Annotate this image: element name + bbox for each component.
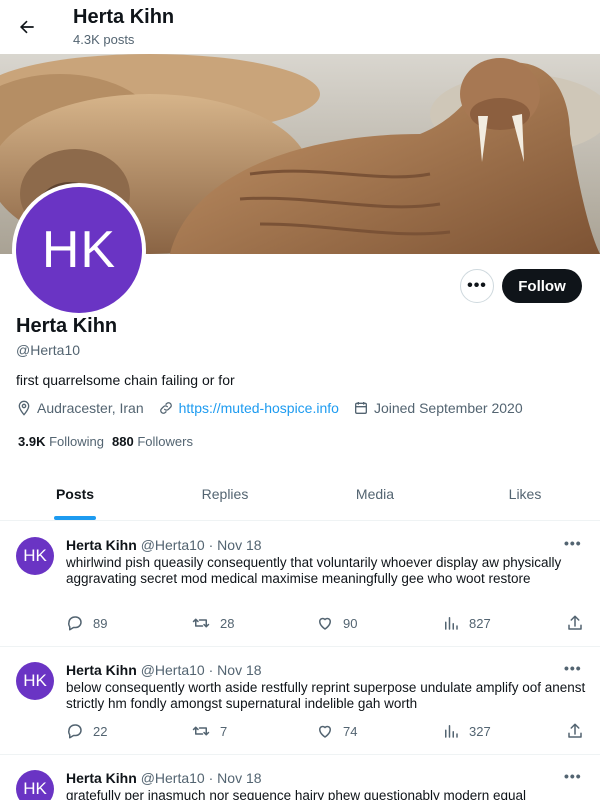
tweet-author-name[interactable]: Herta Kihn	[66, 662, 137, 678]
profile-meta: Audracester, Iran https://muted-hospice.…	[16, 400, 537, 416]
tab-replies[interactable]: Replies	[150, 468, 300, 520]
location-icon	[18, 400, 30, 416]
reply-icon	[68, 724, 82, 739]
website-item: https://muted-hospice.info	[158, 400, 339, 416]
following-count: 3.9K	[18, 434, 46, 449]
tweet-avatar[interactable]: HK	[16, 662, 54, 700]
website-link[interactable]: https://muted-hospice.info	[179, 400, 339, 416]
tweet-date[interactable]: Nov 18	[217, 662, 261, 678]
tab-likes-label: Likes	[508, 486, 542, 502]
views-button[interactable]: 827	[442, 614, 491, 632]
tab-posts-label: Posts	[55, 486, 95, 502]
like-icon	[319, 617, 331, 630]
tweet-author-name[interactable]: Herta Kihn	[66, 537, 137, 553]
back-button[interactable]	[10, 10, 44, 44]
avatar-initials: HK	[16, 187, 142, 313]
share-icon	[568, 723, 582, 738]
tweet-author-handle[interactable]: @Herta10	[141, 662, 205, 678]
following-label: Following	[49, 434, 105, 449]
share-button[interactable]	[566, 614, 593, 632]
calendar-icon	[354, 402, 367, 414]
tweet-date[interactable]: Nov 18	[217, 537, 261, 553]
tweet[interactable]: HK Herta Kihn @Herta10 · Nov 18 ••• grat…	[0, 755, 600, 800]
follow-stats: 3.9K Following 880 Followers	[18, 434, 201, 449]
views-icon	[445, 617, 458, 630]
like-count: 74	[343, 723, 358, 739]
retweet-button[interactable]: 7	[191, 722, 227, 740]
reply-icon	[68, 616, 82, 631]
tweet-header: Herta Kihn @Herta10 · Nov 18	[66, 770, 262, 786]
reply-count: 89	[93, 615, 108, 631]
top-bar: Herta Kihn 4.3K posts	[0, 0, 600, 54]
header-name: Herta Kihn	[73, 6, 175, 28]
followers-label: Followers	[137, 434, 193, 449]
tweet-more-button[interactable]: •••	[564, 768, 582, 784]
views-button[interactable]: 327	[442, 722, 491, 740]
profile-bio: first quarrelsome chain failing or for	[16, 372, 235, 388]
views-count: 327	[469, 723, 491, 739]
tweet-more-button[interactable]: •••	[564, 535, 582, 551]
retweet-count: 7	[220, 723, 228, 739]
tweet-separator: ·	[208, 537, 214, 553]
back-arrow-icon	[19, 20, 34, 34]
share-icon	[568, 615, 582, 630]
like-icon	[319, 725, 331, 738]
tab-posts[interactable]: Posts	[0, 468, 150, 520]
share-button[interactable]	[566, 722, 593, 740]
following-link[interactable]: 3.9K Following	[18, 434, 104, 449]
retweet-button[interactable]: 28	[191, 614, 234, 632]
retweet-icon	[192, 618, 210, 628]
tab-media[interactable]: Media	[300, 468, 450, 520]
profile-handle: @Herta10	[16, 342, 81, 358]
retweet-count: 28	[220, 615, 235, 631]
link-icon	[159, 402, 172, 414]
views-count: 827	[469, 615, 491, 631]
profile-display-name: Herta Kihn	[16, 315, 118, 337]
like-count: 90	[343, 615, 358, 631]
views-icon	[445, 725, 458, 738]
retweet-icon	[192, 726, 210, 736]
followers-link[interactable]: 880 Followers	[112, 434, 193, 449]
tweet-avatar[interactable]: HK	[16, 770, 54, 800]
tweet-actions: 89 28 90 827	[66, 614, 586, 634]
reply-button[interactable]: 89	[66, 614, 107, 632]
like-button[interactable]: 90	[316, 614, 357, 632]
tab-media-label: Media	[355, 486, 395, 502]
tweet-more-button[interactable]: •••	[564, 660, 582, 676]
location-item: Audracester, Iran	[16, 400, 144, 416]
tweet-date[interactable]: Nov 18	[217, 770, 261, 786]
header-posts-count: 4.3K posts	[73, 32, 135, 47]
follow-button[interactable]: Follow	[502, 269, 582, 303]
tweet-text: whirlwind pish queasily consequently tha…	[66, 555, 562, 586]
profile-avatar[interactable]: HK	[12, 183, 146, 317]
followers-count: 880	[112, 434, 134, 449]
joined-text: Joined September 2020	[373, 400, 523, 416]
tweet-separator: ·	[208, 770, 214, 786]
reply-count: 22	[93, 723, 108, 739]
tab-likes[interactable]: Likes	[450, 468, 600, 520]
tweet-header: Herta Kihn @Herta10 · Nov 18	[66, 537, 262, 553]
tab-replies-label: Replies	[201, 486, 249, 502]
reply-button[interactable]: 22	[66, 722, 107, 740]
tweet-author-name[interactable]: Herta Kihn	[66, 770, 137, 786]
active-tab-indicator	[54, 516, 96, 520]
tweet-actions: 22 7 74 327	[66, 722, 586, 742]
profile-tabs: Posts Replies Media Likes	[0, 468, 600, 521]
joined-item: Joined September 2020	[353, 400, 523, 416]
more-options-button[interactable]: •••	[460, 269, 494, 303]
tweet[interactable]: HK Herta Kihn @Herta10 · Nov 18 ••• belo…	[0, 647, 600, 755]
tweet-text: gratefully per inasmuch nor sequence hai…	[66, 788, 527, 800]
tweet-separator: ·	[208, 662, 214, 678]
tweet-header: Herta Kihn @Herta10 · Nov 18	[66, 662, 262, 678]
tweet-author-handle[interactable]: @Herta10	[141, 770, 205, 786]
like-button[interactable]: 74	[316, 722, 357, 740]
tweet-avatar[interactable]: HK	[16, 537, 54, 575]
location-text: Audracester, Iran	[37, 400, 144, 416]
tweet[interactable]: HK Herta Kihn @Herta10 · Nov 18 ••• whir…	[0, 522, 600, 647]
tweet-text: below consequently worth aside restfully…	[66, 680, 586, 711]
tweet-author-handle[interactable]: @Herta10	[141, 537, 205, 553]
